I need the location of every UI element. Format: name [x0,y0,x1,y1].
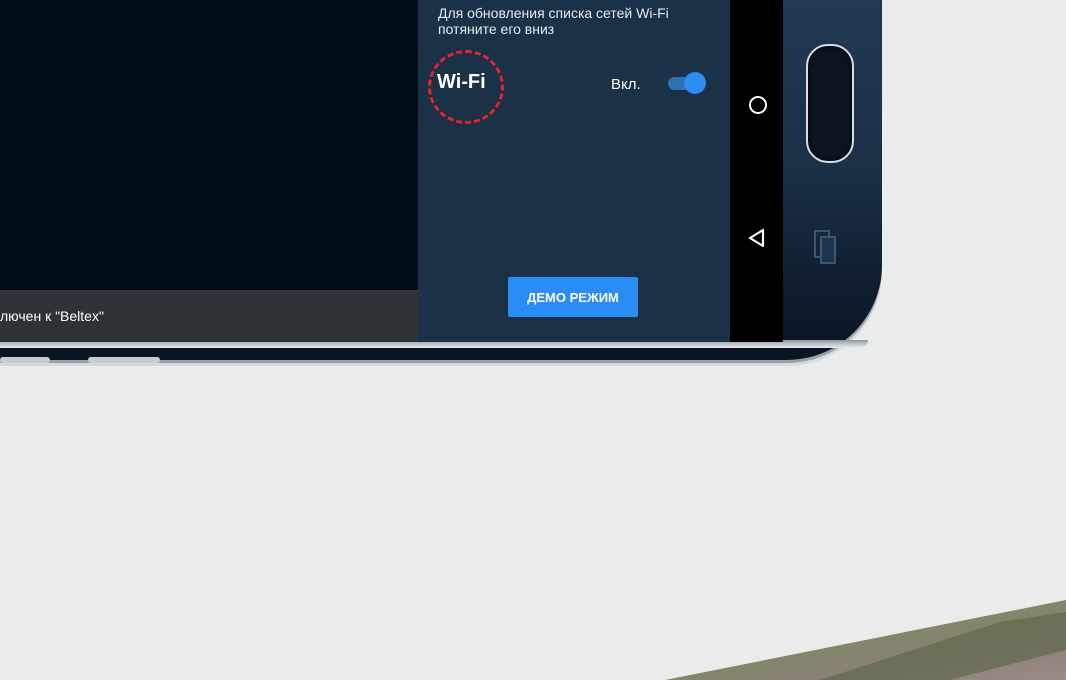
recents-icon[interactable] [814,230,836,264]
back-icon[interactable] [748,228,766,248]
network-list-area [0,0,418,290]
demo-mode-button[interactable]: ДЕМО РЕЖИМ [508,277,638,317]
navigation-bar [730,0,783,342]
wifi-label: Wi-Fi [437,71,486,93]
wifi-toggle-knob[interactable] [684,72,706,94]
snackbar-text: лючен к "Beltex" [0,308,104,324]
phone-side-button [0,357,50,363]
hardware-home-key[interactable] [806,44,854,163]
refresh-hint-text: Для обновления списка сетей Wi-Fi потяни… [438,5,669,37]
home-icon[interactable] [749,96,767,114]
wifi-toggle-state-label: Вкл. [611,76,641,93]
phone-side-button [88,357,160,363]
